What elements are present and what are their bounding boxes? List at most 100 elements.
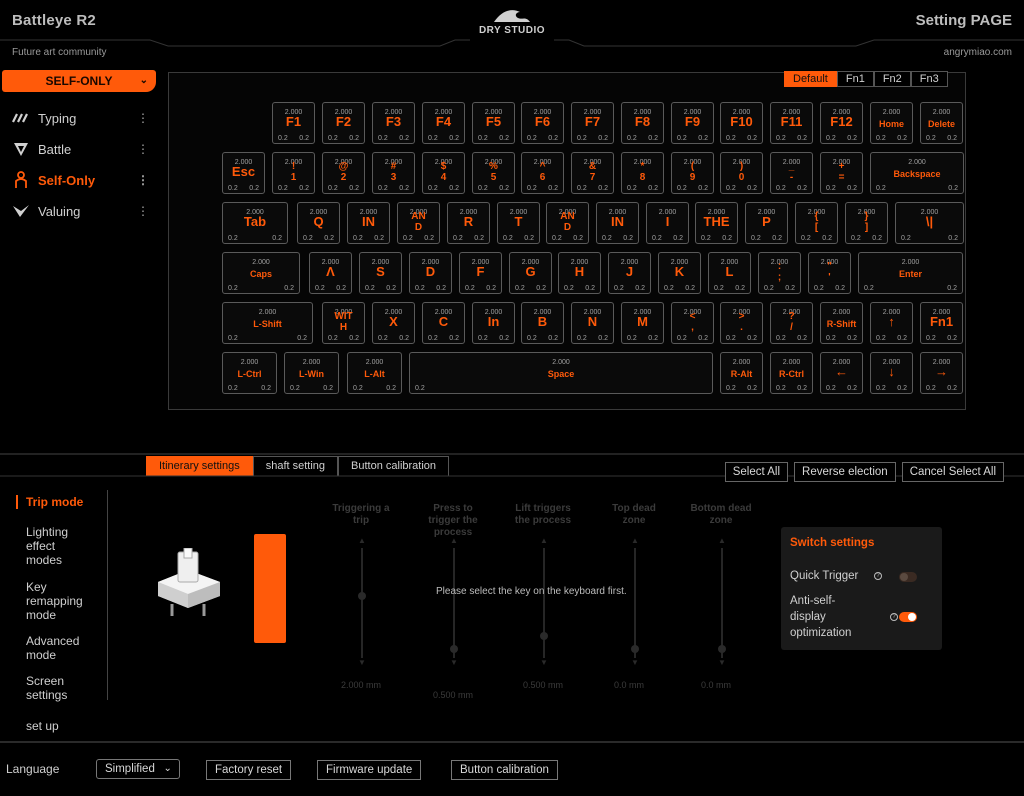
- travel-slider-track[interactable]: [361, 548, 363, 658]
- travel-slider-handle[interactable]: [631, 645, 639, 653]
- key[interactable]: 2.000 I 0.2 0.2: [646, 202, 689, 244]
- key[interactable]: 2.000 ↑ 0.2 0.2: [870, 302, 913, 344]
- travel-slider-track[interactable]: [453, 548, 455, 658]
- key[interactable]: 2.000 WIT H 0.2 0.2: [322, 302, 365, 344]
- key[interactable]: 2.000 Backspace 0.2 0.2: [870, 152, 964, 194]
- anti-self-display-toggle[interactable]: [899, 612, 917, 622]
- key[interactable]: 2.000 F12 0.2 0.2: [820, 102, 863, 144]
- travel-value[interactable]: 0.500 mm: [523, 680, 563, 690]
- key[interactable]: 2.000 Space 0.2: [409, 352, 713, 394]
- key[interactable]: 2.000 L-Shift 0.2 0.2: [222, 302, 313, 344]
- key[interactable]: 2.000? /0.2 0.2: [770, 302, 813, 344]
- key[interactable]: 2.000 F2 0.2 0.2: [322, 102, 365, 144]
- travel-slider-handle[interactable]: [718, 645, 726, 653]
- tab-button-calibration[interactable]: Button calibration: [338, 456, 450, 476]
- key[interactable]: 2.000: ; 0.2 0.2: [758, 252, 801, 294]
- nav-trip-mode[interactable]: Trip mode: [26, 495, 83, 509]
- layer-tab-fn2[interactable]: Fn2: [873, 71, 911, 87]
- key[interactable]: 2.000 R-Shift 0.2 0.2: [820, 302, 863, 344]
- key[interactable]: 2.000 Q 0.2 0.2: [297, 202, 340, 244]
- key[interactable]: 2.000 F6 0.2 0.2: [521, 102, 564, 144]
- key[interactable]: 2.000 F4 0.2 0.2: [422, 102, 465, 144]
- nav-screen-settings[interactable]: Screen settings: [26, 674, 67, 702]
- key[interactable]: 2.000 ↓ 0.2 0.2: [870, 352, 913, 394]
- travel-slider-track[interactable]: [721, 548, 723, 658]
- key[interactable]: 2.000 Enter 0.2 0.2: [858, 252, 963, 294]
- travel-slider-handle[interactable]: [540, 632, 548, 640]
- more-icon[interactable]: ⋮: [137, 204, 149, 218]
- select-all-button[interactable]: Select All: [724, 462, 789, 482]
- arrow-down-icon[interactable]: ▼: [718, 658, 726, 667]
- travel-slider-track[interactable]: [634, 548, 636, 658]
- key[interactable]: 2.000% 5 0.2 0.2: [472, 152, 515, 194]
- key[interactable]: 2.000 D 0.2 0.2: [409, 252, 452, 294]
- help-icon[interactable]: ?: [874, 572, 882, 580]
- travel-slider-track[interactable]: [543, 548, 545, 658]
- arrow-down-icon[interactable]: ▼: [631, 658, 639, 667]
- key[interactable]: 2.000! 1 0.2 0.2: [272, 152, 315, 194]
- key[interactable]: 2.000 Home 0.2 0.2: [870, 102, 913, 144]
- key[interactable]: 2.000 \| 0.2 0.2: [895, 202, 964, 244]
- key[interactable]: 2.000 M 0.2 0.2: [621, 302, 664, 344]
- nav-lighting-effect-modes[interactable]: Lighting effect modes: [26, 525, 68, 567]
- arrow-down-icon[interactable]: ▼: [358, 658, 366, 667]
- factory-reset-button[interactable]: Factory reset: [206, 760, 292, 780]
- key[interactable]: 2.000 L-Ctrl 0.2 0.2: [222, 352, 277, 394]
- key[interactable]: 2.000 T 0.2 0.2: [497, 202, 540, 244]
- key[interactable]: 2.000 + = 0.2 0.2: [820, 152, 863, 194]
- sidebar-item-battle[interactable]: Battle ⋮: [10, 139, 149, 159]
- key[interactable]: 2.000 _ -0.2 0.2: [770, 152, 813, 194]
- arrow-up-icon[interactable]: ▲: [450, 536, 458, 545]
- more-icon[interactable]: ⋮: [137, 173, 149, 187]
- language-select[interactable]: Simplified ⌄: [96, 759, 180, 779]
- key[interactable]: 2.000 $ 4 0.2 0.2: [422, 152, 465, 194]
- key[interactable]: 2.000 Esc 0.2 0.2: [222, 152, 265, 194]
- layer-tab-fn1[interactable]: Fn1: [836, 71, 874, 87]
- key[interactable]: 2.000 * 8 0.2 0.2: [621, 152, 664, 194]
- travel-value[interactable]: 0.500 mm: [433, 690, 473, 700]
- help-icon[interactable]: ?: [890, 613, 898, 621]
- site-link[interactable]: angrymiao.com: [944, 47, 1012, 58]
- key[interactable]: 2.000 P 0.2 0.2: [745, 202, 788, 244]
- key[interactable]: 2.000 Tab 0.2 0.2: [222, 202, 288, 244]
- key[interactable]: 2.000 In 0.2 0.2: [472, 302, 515, 344]
- key[interactable]: 2.000 B 0.2 0.2: [521, 302, 564, 344]
- more-icon[interactable]: ⋮: [137, 142, 149, 156]
- cancel-select-all-button[interactable]: Cancel Select All: [901, 462, 1004, 482]
- travel-slider-handle[interactable]: [358, 592, 366, 600]
- nav-set-up[interactable]: set up: [26, 719, 59, 733]
- button-calibration-footer-button[interactable]: Button calibration: [451, 760, 558, 780]
- key[interactable]: 2.000 Caps 0.2 0.2: [222, 252, 300, 294]
- key[interactable]: 2.000 F7 0.2 0.2: [571, 102, 614, 144]
- travel-slider-handle[interactable]: [450, 645, 458, 653]
- key[interactable]: 2.000 < , 0.2 0.2: [671, 302, 714, 344]
- key[interactable]: 2.000 F11 0.2 0.2: [770, 102, 813, 144]
- key[interactable]: 2.000( 9 0.2 0.2: [671, 152, 714, 194]
- key[interactable]: 2.000 F10 0.2 0.2: [720, 102, 763, 144]
- key[interactable]: 2.000 AN D 0.2 0.2: [397, 202, 440, 244]
- arrow-up-icon[interactable]: ▲: [631, 536, 639, 545]
- sidebar-item-typing[interactable]: Typing ⋮: [10, 108, 149, 128]
- arrow-down-icon[interactable]: ▼: [450, 658, 458, 667]
- key[interactable]: 2.000 F 0.2 0.2: [459, 252, 502, 294]
- key[interactable]: 2.000 H 0.2 0.2: [558, 252, 601, 294]
- more-icon[interactable]: ⋮: [137, 111, 149, 125]
- layer-tab-fn3[interactable]: Fn3: [910, 71, 948, 87]
- key[interactable]: 2.000 IN 0.2 0.2: [596, 202, 639, 244]
- key[interactable]: 2.000 Delete 0.2 0.2: [920, 102, 963, 144]
- key[interactable]: 2.000) 0 0.2 0.2: [720, 152, 763, 194]
- key[interactable]: 2.000 THE 0.2 0.2: [695, 202, 738, 244]
- key[interactable]: 2.000 R-Ctrl 0.2 0.2: [770, 352, 813, 394]
- key[interactable]: 2.000 & 7 0.2 0.2: [571, 152, 614, 194]
- key[interactable]: 2.000 F5 0.2 0.2: [472, 102, 515, 144]
- arrow-up-icon[interactable]: ▲: [540, 536, 548, 545]
- sidebar-item-self-only[interactable]: Self-Only ⋮: [10, 170, 149, 190]
- travel-value[interactable]: 2.000 mm: [341, 680, 381, 690]
- key[interactable]: 2.000 @ 2 0.2 0.2: [322, 152, 365, 194]
- arrow-up-icon[interactable]: ▲: [358, 536, 366, 545]
- key[interactable]: 2.000 S 0.2 0.2: [359, 252, 402, 294]
- sidebar-item-valuing[interactable]: Valuing ⋮: [10, 201, 149, 221]
- key[interactable]: 2.000 " ' 0.2 0.2: [808, 252, 851, 294]
- tab-shaft-setting[interactable]: shaft setting: [252, 456, 339, 476]
- reverse-election-button[interactable]: Reverse election: [794, 462, 896, 482]
